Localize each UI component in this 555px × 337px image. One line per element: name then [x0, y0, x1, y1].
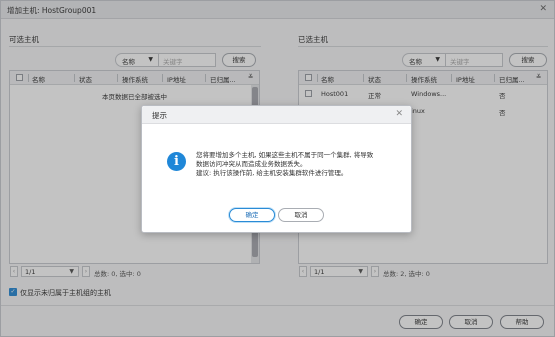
dialog-message-line: 数据访问冲突从而造成业务数据丢失。 [196, 160, 307, 168]
dialog-message-line: 建议: 执行该操作前, 给主机安装集群软件进行管理。 [196, 169, 348, 177]
dialog-message-line: 您将要增加多个主机, 如果这些主机不属于同一个集群, 将导致 [196, 151, 374, 159]
dialog-message: 您将要增加多个主机, 如果这些主机不属于同一个集群, 将导致 数据访问冲突从而造… [196, 151, 401, 178]
dialog-header: 提示 ✕ [142, 106, 411, 124]
dialog-title: 提示 [152, 111, 167, 120]
dialog-cancel-button[interactable]: 取消 [278, 208, 324, 222]
warning-dialog: 提示 ✕ i 您将要增加多个主机, 如果这些主机不属于同一个集群, 将导致 数据… [141, 105, 412, 233]
dialog-ok-button[interactable]: 确定 [229, 208, 275, 222]
info-icon: i [167, 152, 186, 171]
dialog-close-icon[interactable]: ✕ [395, 109, 403, 119]
